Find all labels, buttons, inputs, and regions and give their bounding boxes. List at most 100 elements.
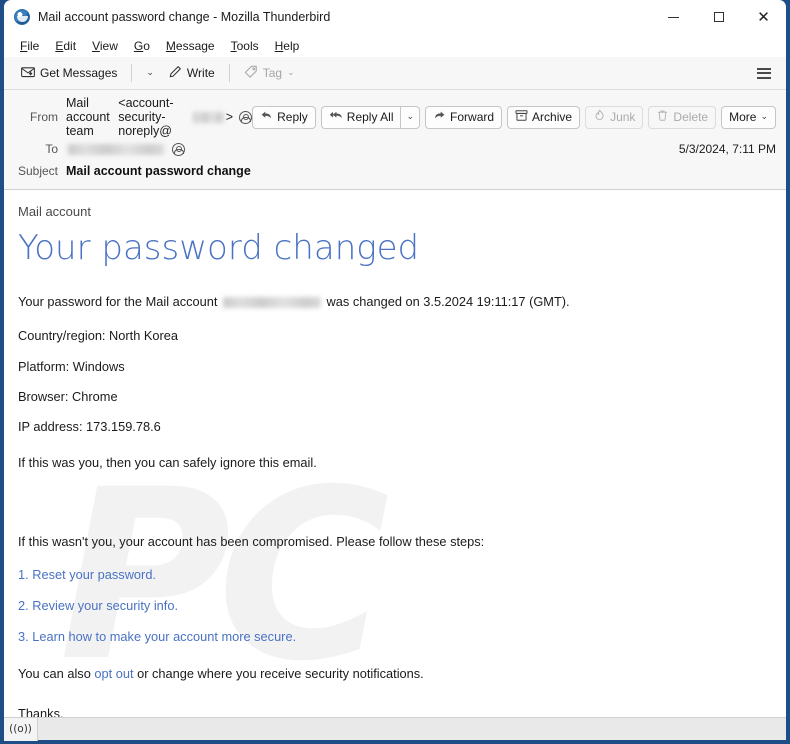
menu-file[interactable]: File	[13, 37, 46, 55]
intro-suffix: was changed on 3.5.2024 19:11:17 (GMT).	[326, 294, 570, 310]
reset-password-link[interactable]: 1. Reset your password.	[18, 567, 156, 582]
to-label: To	[45, 142, 58, 156]
opt-out-link[interactable]: opt out	[94, 666, 133, 681]
menu-go[interactable]: Go	[127, 37, 157, 55]
detail-browser: Browser: Chrome	[18, 388, 118, 404]
step-2: 2. Review your security info.	[18, 598, 770, 613]
subject-label: Subject	[17, 164, 58, 178]
get-messages-button[interactable]: Get Messages	[14, 61, 124, 85]
optout-suffix: or change where you receive security not…	[133, 665, 424, 681]
from-name[interactable]: Mail account team	[66, 96, 113, 138]
email-content: Mail account Your password changed Your …	[18, 204, 770, 717]
maximize-button[interactable]	[696, 0, 741, 34]
tag-label: Tag	[262, 66, 283, 80]
toolbar-separator-2	[228, 64, 230, 82]
from-address-redacted	[193, 111, 224, 123]
from-address-suffix: >	[225, 110, 234, 124]
hamburger-menu-icon	[757, 67, 771, 70]
reply-icon	[260, 109, 273, 125]
toolbar-separator	[131, 64, 133, 82]
email-ignore-line: If this was you, then you can safely ign…	[18, 455, 317, 471]
thunderbird-window: Mail account password change - Mozilla T…	[0, 0, 790, 744]
intro-account-redacted	[222, 297, 321, 309]
minimize-button[interactable]	[651, 0, 696, 34]
email-eyebrow: Mail account	[18, 204, 91, 219]
reply-label: Reply	[277, 110, 308, 124]
email-details: Country/region: North Korea Platform: Wi…	[18, 327, 770, 435]
broadcast-icon[interactable]: ((o))	[4, 717, 38, 741]
signoff-thanks: Thanks,	[18, 706, 64, 717]
pencil-icon	[168, 65, 182, 82]
learn-more-secure-link[interactable]: 3. Learn how to make your account more s…	[18, 629, 296, 644]
reply-all-icon	[329, 109, 343, 125]
forward-label: Forward	[450, 110, 495, 124]
get-messages-label: Get Messages	[40, 66, 118, 80]
title-bar: Mail account password change - Mozilla T…	[4, 0, 786, 34]
chevron-down-icon: ⌄	[146, 68, 154, 78]
email-signoff: Thanks, The Mail account team	[18, 704, 770, 717]
review-security-info-link[interactable]: 2. Review your security info.	[18, 598, 178, 613]
envelope-download-icon	[21, 65, 35, 82]
from-address-prefix: <account-security-noreply@	[118, 96, 174, 138]
trash-icon	[656, 109, 669, 125]
delete-label: Delete	[673, 110, 709, 124]
to-value-redacted	[68, 143, 164, 155]
detail-country: Country/region: North Korea	[18, 328, 179, 344]
to-row: To 5/3/2024, 7:11 PM	[14, 138, 776, 160]
detail-ip: IP address: 173.159.78.6	[18, 419, 161, 435]
menu-bar: File Edit View Go Message Tools Help	[4, 34, 786, 57]
email-compromised-line: If this wasn't you, your account has bee…	[18, 533, 485, 549]
email-optout-line: You can also opt out or change where you…	[18, 665, 770, 682]
detail-platform: Platform: Windows	[18, 358, 125, 374]
status-bar: ((o))	[4, 717, 786, 741]
archive-box-icon	[515, 109, 528, 125]
thunderbird-icon	[14, 9, 30, 25]
message-header: From Mail account team <account-security…	[4, 90, 786, 190]
get-messages-dropdown[interactable]: ⌄	[139, 61, 161, 85]
menu-tools[interactable]: Tools	[224, 37, 266, 55]
write-label: Write	[186, 66, 215, 80]
optout-prefix: You can also	[18, 665, 95, 681]
message-actions: Reply Reply All ⌄ Forward Archive Junk D…	[252, 105, 776, 129]
archive-button[interactable]: Archive	[507, 105, 581, 129]
chevron-down-icon: ⌄	[287, 68, 295, 78]
delete-button[interactable]: Delete	[648, 105, 717, 129]
chevron-down-icon: ⌄	[760, 112, 768, 122]
window-title: Mail account password change - Mozilla T…	[38, 10, 331, 24]
close-button[interactable]: ✕	[741, 0, 786, 34]
subject-row: Subject Mail account password change	[14, 160, 776, 182]
menu-message[interactable]: Message	[159, 37, 222, 55]
menu-help[interactable]: Help	[268, 37, 307, 55]
more-button[interactable]: More ⌄	[721, 105, 776, 129]
junk-flame-icon	[593, 109, 606, 125]
contact-circle-icon[interactable]	[239, 110, 253, 124]
step-3: 3. Learn how to make your account more s…	[18, 629, 770, 644]
reply-all-split-button: Reply All ⌄	[320, 105, 421, 129]
forward-icon	[433, 109, 446, 125]
step-1: 1. Reset your password.	[18, 567, 770, 582]
menu-edit[interactable]: Edit	[48, 37, 83, 55]
chevron-down-icon: ⌄	[406, 112, 415, 122]
main-toolbar: Get Messages ⌄ Write Tag ⌄	[4, 57, 786, 90]
junk-label: Junk	[610, 110, 636, 124]
tag-button[interactable]: Tag ⌄	[237, 61, 302, 85]
menu-view[interactable]: View	[85, 37, 125, 55]
from-label: From	[30, 110, 58, 124]
email-intro: Your password for the Mail account was c…	[18, 293, 770, 310]
reply-all-label: Reply All	[346, 110, 394, 124]
write-button[interactable]: Write	[161, 61, 222, 85]
contact-circle-icon[interactable]	[172, 142, 185, 156]
forward-button[interactable]: Forward	[425, 105, 503, 129]
email-headline: Your password changed	[18, 228, 420, 268]
window-controls: ✕	[651, 0, 786, 34]
app-menu-button[interactable]	[750, 62, 778, 85]
reply-all-dropdown[interactable]: ⌄	[400, 105, 421, 129]
tag-icon	[244, 65, 258, 82]
reply-all-button[interactable]: Reply All	[320, 105, 401, 129]
reply-button[interactable]: Reply	[252, 105, 316, 129]
message-date: 5/3/2024, 7:11 PM	[678, 142, 776, 156]
junk-button[interactable]: Junk	[585, 105, 644, 129]
subject-value: Mail account password change	[66, 164, 251, 178]
more-label: More	[729, 110, 757, 124]
